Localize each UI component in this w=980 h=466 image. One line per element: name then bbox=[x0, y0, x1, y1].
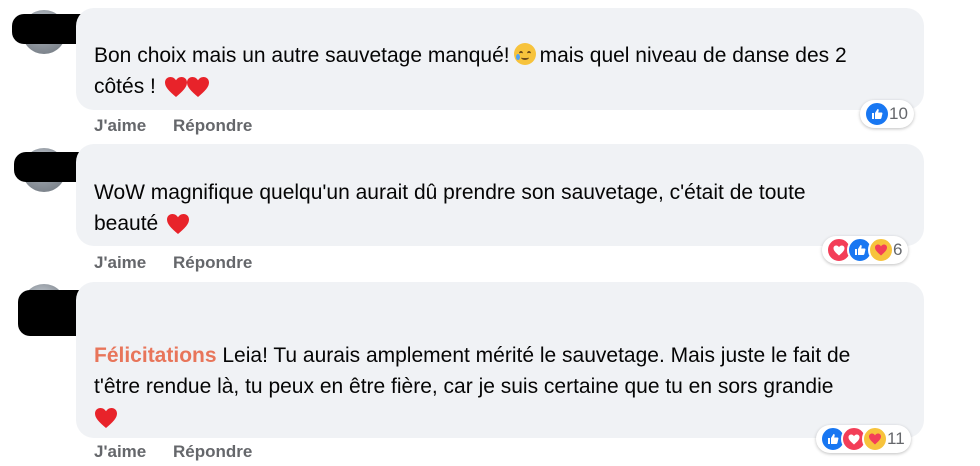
reaction-count: 10 bbox=[889, 104, 908, 123]
heart-emoji bbox=[164, 77, 187, 98]
smiling-face-with-tear-emoji bbox=[513, 43, 536, 65]
comment-text: Félicitations Leia! Tu aurais amplement … bbox=[94, 340, 914, 433]
care-icon bbox=[862, 426, 888, 452]
care-icon bbox=[868, 237, 894, 263]
comment-actions: J'aime Répondre bbox=[94, 442, 274, 462]
heart-emoji bbox=[95, 408, 117, 429]
like-button[interactable]: J'aime bbox=[94, 116, 146, 135]
reaction-summary[interactable]: 10 bbox=[860, 100, 914, 128]
comment-actions: J'aime Répondre bbox=[94, 116, 274, 136]
reply-button[interactable]: Répondre bbox=[173, 442, 252, 461]
comment-text: Bon choix mais un autre sauvetage manqué… bbox=[94, 43, 847, 98]
comment-text: WoW magnifique quelqu'un aurait dû prend… bbox=[94, 181, 806, 235]
reaction-count: 11 bbox=[887, 429, 905, 448]
reaction-summary[interactable]: 11 bbox=[816, 425, 911, 453]
reaction-summary[interactable]: 6 bbox=[822, 236, 909, 264]
comment-actions: J'aime Répondre bbox=[94, 253, 274, 273]
mention-link[interactable]: Félicitations bbox=[94, 344, 217, 367]
like-icon bbox=[864, 101, 890, 127]
like-button[interactable]: J'aime bbox=[94, 253, 146, 272]
reply-button[interactable]: Répondre bbox=[173, 116, 252, 135]
heart-emoji bbox=[167, 214, 190, 235]
reaction-count: 6 bbox=[893, 240, 903, 259]
heart-emoji bbox=[186, 77, 209, 98]
reply-button[interactable]: Répondre bbox=[173, 253, 252, 272]
like-button[interactable]: J'aime bbox=[94, 442, 146, 461]
